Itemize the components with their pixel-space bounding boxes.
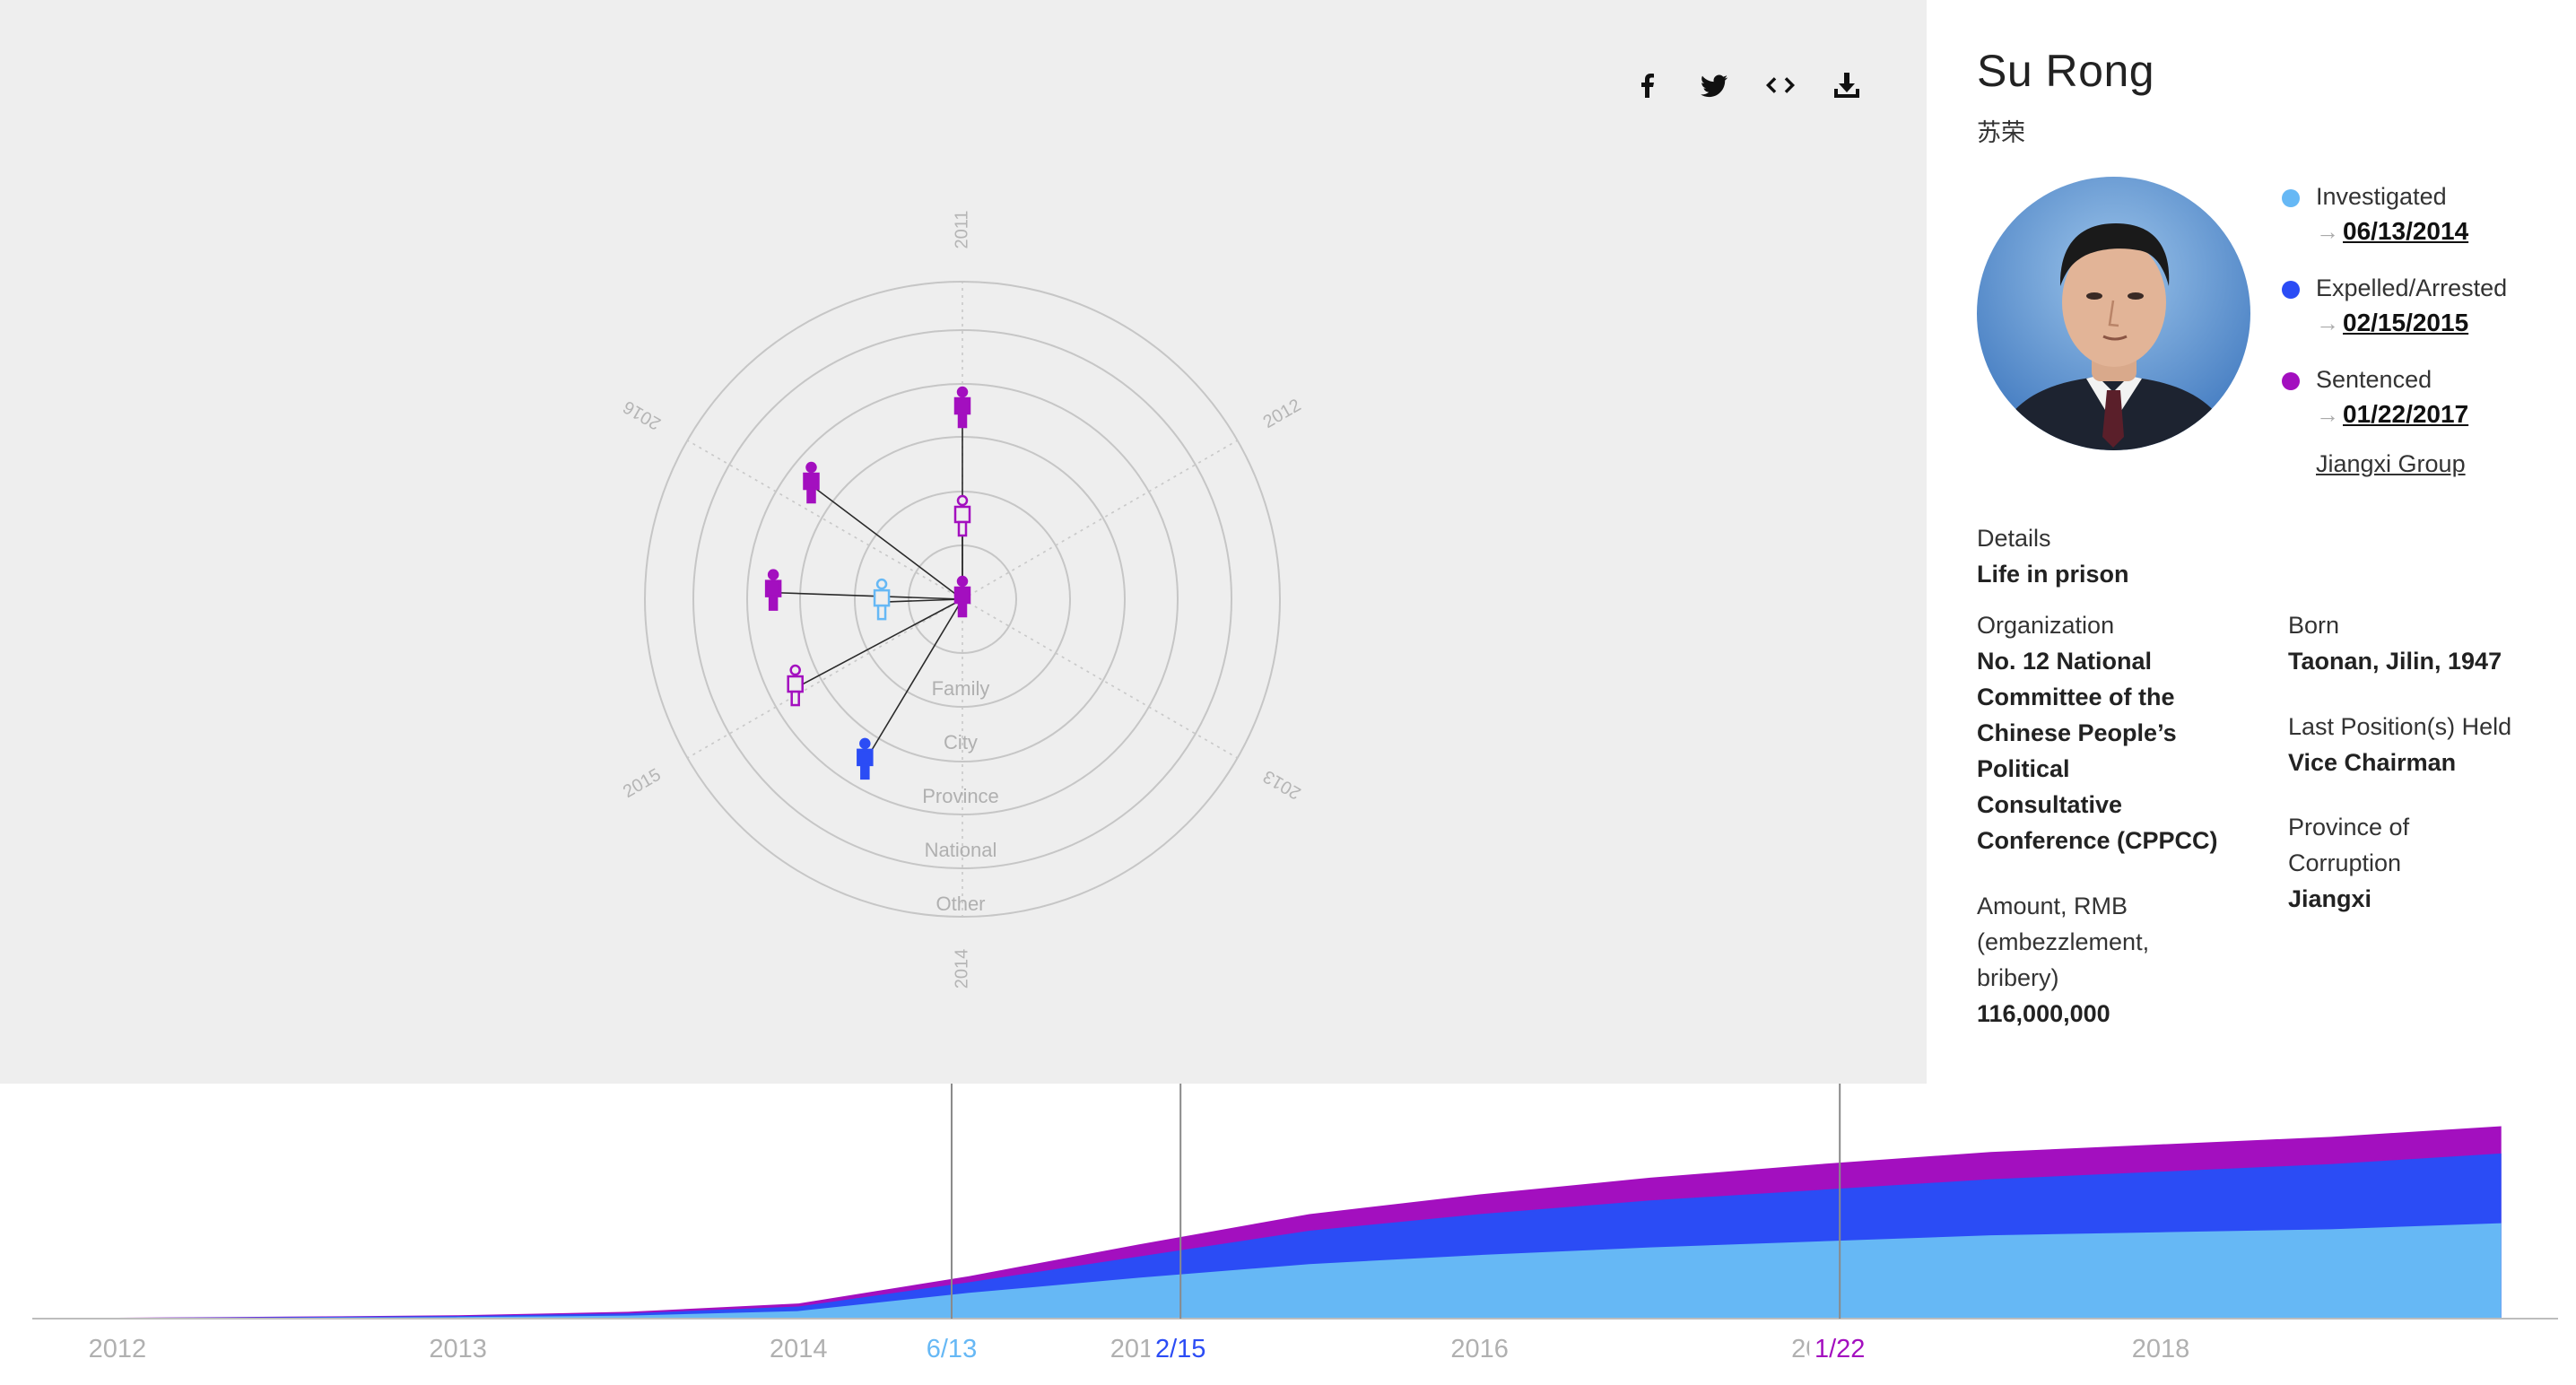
legend-date-row: → 06/13/2014 [2316, 213, 2569, 249]
amount-block: Amount, RMB (embezzlement, bribery) 116,00… [1977, 888, 2273, 1032]
province-value: Jiangxi [2288, 885, 2372, 912]
legend-date-link[interactable]: 06/13/2014 [2343, 217, 2468, 245]
province-label-line: Corruption [2288, 849, 2402, 876]
position-label: Last Position(s) Held [2288, 713, 2512, 740]
timeline-tick-label: 2012 [89, 1335, 147, 1363]
born-label: Born [2288, 612, 2340, 639]
legend-item-sentenced: Sentenced → 01/22/2017 [2282, 362, 2569, 432]
province-label-line: Province of [2288, 814, 2410, 841]
legend-label: Sentenced [2316, 366, 2432, 393]
timeline-tick-label: 2016 [1450, 1335, 1509, 1363]
timeline-marker-label[interactable]: 6/13 [927, 1335, 977, 1363]
radial-ring-labels: Family City Province National Other [922, 677, 999, 915]
province-label: Province of Corruption [2288, 809, 2566, 881]
radial-year-label: 2013 [1260, 766, 1305, 803]
legend-date-row: → 02/15/2015 [2316, 305, 2569, 341]
radial-ring-label: Province [922, 785, 999, 807]
radial-ring-label: Family [932, 677, 990, 700]
organization-label: Organization [1977, 612, 2115, 639]
portrait-image [1977, 177, 2250, 450]
connection-link [773, 591, 963, 600]
organization-block: Organization No. 12 National Committee of… [1977, 607, 2273, 858]
radial-person-nodes [764, 386, 971, 780]
details-label: Details [1977, 525, 2051, 552]
radial-connections-chart: Family City Province National Other 2011 2012… [620, 210, 1305, 989]
born-block: Born Taonan, Jilin, 1947 [2288, 607, 2566, 679]
born-value: Taonan, Jilin, 1947 [2288, 648, 2502, 675]
person-name-chinese: 苏荣 [1977, 119, 2025, 146]
radial-year-label: 2014 [952, 949, 971, 989]
radial-ring-label: City [944, 731, 978, 753]
person-node-icon[interactable] [803, 461, 820, 504]
position-block: Last Position(s) Held Vice Chairman [2288, 709, 2566, 780]
organization-value-line: Conference (CPPCC) [1977, 827, 2218, 854]
status-dot-icon [2282, 189, 2300, 207]
connections-graph-area: Family City Province National Other 2011 2012… [0, 0, 1927, 1084]
details-value: Life in prison [1977, 561, 2129, 588]
legend-item-investigated: Investigated → 06/13/2014 [2282, 179, 2569, 249]
organization-value: No. 12 National Committee of the Chinese P… [1977, 643, 2273, 858]
radial-year-label: 2012 [1260, 396, 1305, 432]
arrow-icon: → [2316, 309, 2339, 336]
amount-label: Amount, RMB (embezzlement, bribery) [1977, 888, 2273, 996]
timeline-tick-label: 2013 [429, 1335, 487, 1363]
organization-value-line: Consultative [1977, 791, 2123, 818]
radial-connection-links [773, 410, 963, 762]
organization-value-line: No. 12 National [1977, 648, 2153, 675]
timeline-area-chart[interactable]: 2012201320142015201620172018 6/132/151/2… [0, 1084, 2576, 1385]
organization-value-line: Committee of the [1977, 684, 2175, 710]
radial-year-label: 2016 [620, 396, 665, 433]
person-detail-panel: Su Rong 苏荣 Investigated → 06/13/2014 Expell… [1927, 0, 2576, 1084]
person-node-icon[interactable] [857, 737, 874, 780]
timeline-tick-label: 2018 [2132, 1335, 2190, 1363]
legend-date-row: → 01/22/2017 [2316, 396, 2569, 432]
timeline-tick-labels: 2012201320142015201620172018 [89, 1335, 2190, 1363]
organization-value-line: Chinese People’s [1977, 719, 2177, 746]
status-dot-icon [2282, 372, 2300, 390]
person-node-icon[interactable] [873, 578, 891, 621]
person-portrait [1977, 177, 2250, 450]
radial-year-label: 2011 [952, 210, 971, 248]
province-block: Province of Corruption Jiangxi [2288, 809, 2566, 917]
details-block: Details Life in prison [1977, 520, 2129, 592]
legend-date-link[interactable]: 02/15/2015 [2343, 309, 2468, 336]
amount-label-line: (embezzlement, [1977, 928, 2150, 955]
timeline-marker-label[interactable]: 1/22 [1815, 1335, 1865, 1363]
person-node-icon[interactable] [953, 386, 971, 429]
person-node-icon[interactable] [787, 664, 804, 707]
group-link[interactable]: Jiangxi Group [2282, 450, 2569, 478]
connection-link [882, 598, 963, 603]
legend-date-link[interactable]: 01/22/2017 [2343, 400, 2468, 428]
timeline-tick-label: 2014 [770, 1335, 828, 1363]
radial-year-label: 2015 [620, 765, 665, 802]
amount-label-line: Amount, RMB [1977, 893, 2128, 919]
timeline-areas [117, 1126, 2502, 1319]
person-node-icon[interactable] [764, 569, 782, 611]
amount-value: 116,000,000 [1977, 1000, 2110, 1027]
person-node-icon[interactable] [953, 494, 971, 537]
legend-label: Investigated [2316, 183, 2447, 210]
radial-ring-label: National [925, 839, 997, 861]
amount-label-line: bribery) [1977, 964, 2059, 991]
arrow-icon: → [2316, 401, 2339, 428]
status-dot-icon [2282, 281, 2300, 299]
arrow-icon: → [2316, 218, 2339, 245]
status-timeline-legend: Investigated → 06/13/2014 Expelled/Arrested… [2282, 179, 2569, 478]
timeline-marker-label[interactable]: 2/15 [1155, 1335, 1205, 1363]
legend-item-expelled-arrested: Expelled/Arrested → 02/15/2015 [2282, 271, 2569, 341]
radial-ring-label: Other [936, 893, 985, 915]
position-value: Vice Chairman [2288, 749, 2457, 776]
legend-label: Expelled/Arrested [2316, 274, 2508, 301]
person-node-icon[interactable] [953, 575, 971, 618]
organization-value-line: Political [1977, 755, 2070, 782]
person-name: Su Rong [1977, 46, 2155, 96]
